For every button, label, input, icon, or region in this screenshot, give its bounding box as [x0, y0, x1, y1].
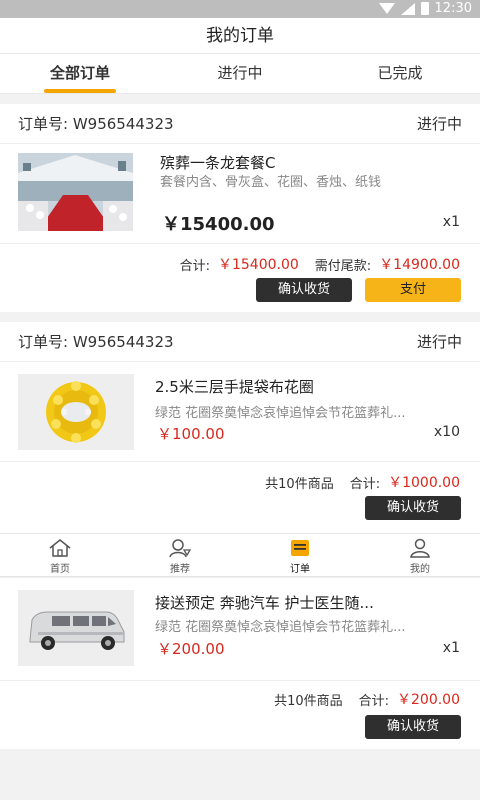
balance-amount: ￥14900.00 [379, 257, 460, 273]
order-header: 订单号: W956544323 进行中 [0, 104, 480, 144]
product-description: 绿范 花圈祭奠悼念哀悼追悼会节花篮葬礼... [155, 620, 406, 635]
order-tabs: 全部订单 进行中 已完成 [0, 54, 480, 94]
order-card: 订单号: W956544323 进行中 2.5米三层手提袋布花圈 绿范 花圈祭奠… [0, 322, 480, 533]
status-time: 12:30 [434, 1, 472, 16]
total-amount: ￥15400.00 [217, 257, 299, 273]
order-product[interactable]: 殡葬一条龙套餐C 套餐内含、骨灰盒、花圈、香烛、纸钱 ￥15400.00 x1 [0, 144, 480, 244]
order-summary: 合计: ￥15400.00 需付尾款: ￥14900.00 [180, 254, 460, 274]
balance-label: 需付尾款: [314, 258, 372, 274]
order-status: 进行中 [416, 333, 462, 351]
nav-recommend-label: 推荐 [170, 564, 190, 575]
product-name: 接送预定 奔驰汽车 护士医生随... [155, 594, 374, 612]
bottom-nav: 首页 推荐 订单 我的 [0, 533, 480, 577]
nav-orders[interactable]: 订单 [240, 534, 360, 576]
order-card: 订单号: W956544323 进行中 殡葬一条龙套餐C 套餐内含、骨灰盒、花圈… [0, 104, 480, 312]
product-price: ￥200.00 [157, 640, 225, 658]
profile-icon [410, 538, 430, 558]
home-icon [49, 539, 71, 557]
nav-profile-label: 我的 [410, 564, 430, 575]
nav-recommend[interactable]: 推荐 [120, 534, 240, 576]
total-amount: ￥1000.00 [388, 475, 460, 491]
total-label: 合计: [358, 693, 389, 709]
tab-in-progress[interactable]: 进行中 [160, 54, 320, 93]
pay-button[interactable]: 支付 [365, 278, 461, 302]
recommend-icon [169, 539, 192, 558]
order-number: 订单号: W956544323 [18, 333, 174, 351]
product-description: 套餐内含、骨灰盒、花圈、香烛、纸钱 [160, 175, 382, 190]
wifi-icon [378, 3, 395, 14]
page-title: 我的订单 [0, 18, 480, 54]
status-bar: 12:30 [0, 0, 480, 18]
total-amount: ￥200.00 [397, 692, 460, 708]
order-summary: 共10件商品 合计: ￥200.00 [274, 689, 460, 709]
product-quantity: x10 [433, 424, 460, 440]
nav-orders-label: 订单 [290, 564, 310, 575]
van-image [18, 590, 134, 666]
nav-profile[interactable]: 我的 [360, 534, 480, 576]
product-name: 2.5米三层手提袋布花圈 [155, 378, 314, 396]
tab-completed[interactable]: 已完成 [320, 54, 480, 93]
confirm-receipt-button[interactable]: 确认收货 [365, 715, 461, 739]
product-name: 殡葬一条龙套餐C [160, 154, 276, 172]
signal-icon [400, 2, 415, 15]
confirm-receipt-button[interactable]: 确认收货 [256, 278, 352, 302]
total-label: 合计: [349, 476, 381, 492]
order-product[interactable]: 接送预定 奔驰汽车 护士医生随... 绿范 花圈祭奠悼念哀悼追悼会节花篮葬礼..… [0, 578, 480, 681]
product-price: ￥15400.00 [162, 214, 275, 235]
nav-home[interactable]: 首页 [0, 534, 120, 576]
product-description: 绿范 花圈祭奠悼念哀悼追悼会节花篮葬礼... [155, 406, 406, 421]
product-quantity: x1 [442, 214, 460, 230]
order-status: 进行中 [416, 115, 462, 133]
funeral-hall-image [18, 153, 133, 231]
order-product[interactable]: 2.5米三层手提袋布花圈 绿范 花圈祭奠悼念哀悼追悼会节花篮葬礼... ￥100… [0, 362, 480, 462]
total-label: 合计: [179, 258, 210, 274]
nav-home-label: 首页 [50, 564, 70, 575]
wreath-image [18, 374, 134, 450]
confirm-receipt-button[interactable]: 确认收货 [365, 496, 461, 520]
order-icon [291, 540, 309, 556]
tab-all-orders[interactable]: 全部订单 [0, 54, 160, 93]
order-number: 订单号: W956544323 [18, 115, 174, 133]
order-header: 订单号: W956544323 进行中 [0, 322, 480, 362]
order-summary: 共10件商品 合计: ￥1000.00 [265, 472, 460, 492]
item-count: 共10件商品 [274, 693, 343, 709]
product-quantity: x1 [442, 640, 460, 656]
battery-icon [420, 2, 429, 15]
product-price: ￥100.00 [157, 425, 225, 443]
item-count: 共10件商品 [265, 476, 334, 492]
order-card: 接送预定 奔驰汽车 护士医生随... 绿范 花圈祭奠悼念哀悼追悼会节花篮葬礼..… [0, 578, 480, 749]
